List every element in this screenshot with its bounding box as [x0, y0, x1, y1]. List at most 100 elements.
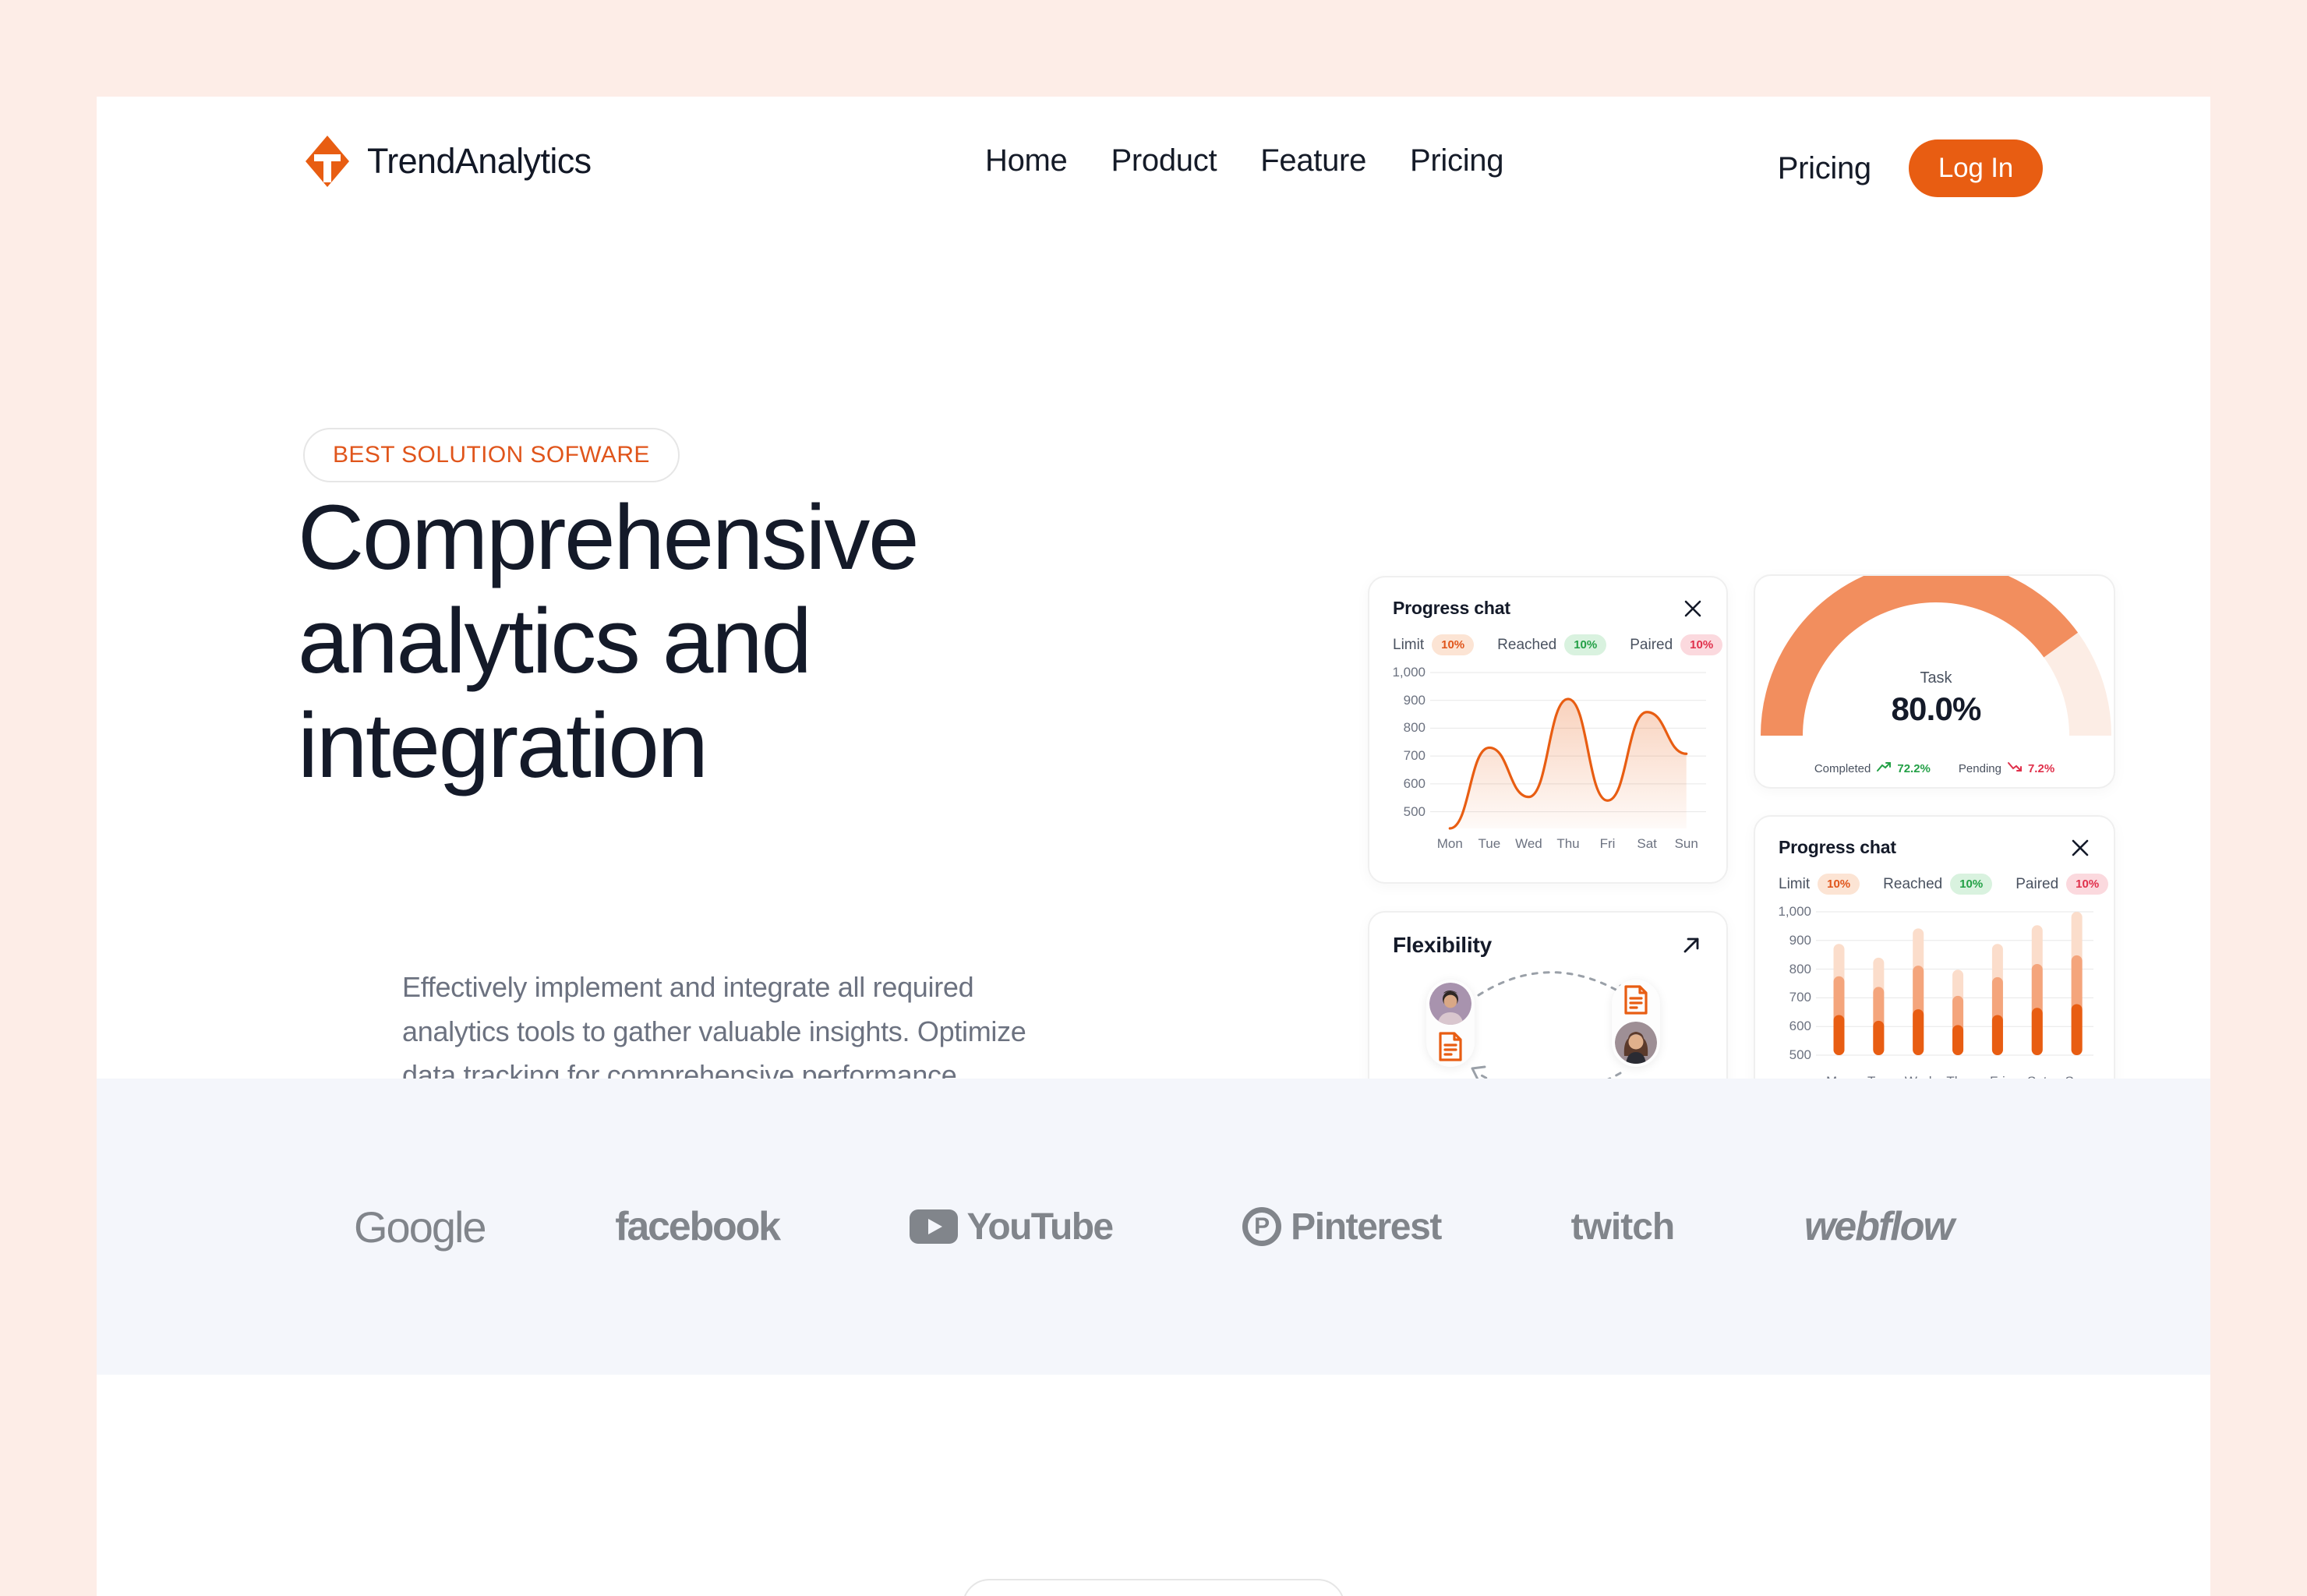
axis-tick-y: 700: [1789, 990, 1811, 1005]
axis-tick-y: 600: [1789, 1019, 1811, 1034]
avatar-male: [1429, 983, 1471, 1025]
hero-badge-label: BEST SOLUTION SOFWARE: [333, 442, 650, 468]
legend-item-limit: Limit 10%: [1393, 634, 1475, 655]
legend-label-paired: Paired: [2016, 875, 2059, 892]
legend-label-reached: Reached: [1497, 636, 1557, 653]
axis-tick-y: 500: [1403, 803, 1426, 819]
gauge-completed-stat: Completed 72.2%: [1814, 761, 1931, 776]
bar-card-header: Progress chat: [1755, 817, 2114, 858]
nav-item-pricing[interactable]: Pricing: [1410, 143, 1503, 178]
legend-item-paired: Paired 10%: [1630, 634, 1723, 655]
axis-tick-y: 900: [1789, 932, 1811, 948]
nav-item-home[interactable]: Home: [985, 143, 1068, 178]
logo-youtube: YouTube: [909, 1206, 1115, 1248]
legend-item-reached: Reached 10%: [1883, 874, 1993, 895]
progress-chat-line-card: Progress chat Limit 10% Reached 10% Pair…: [1368, 576, 1728, 884]
logo-google: Google: [354, 1202, 487, 1252]
gauge-pending-label: Pending: [1958, 762, 2001, 775]
flexibility-card-header: Flexibility: [1369, 913, 1726, 958]
legend-item-reached: Reached 10%: [1497, 634, 1607, 655]
logo-google-label: Google: [354, 1202, 487, 1252]
logo-youtube-label: YouTube: [966, 1206, 1115, 1248]
gauge-plot: Task 80.0%: [1755, 576, 2117, 743]
bar-card-title: Progress chat: [1779, 837, 1896, 857]
logo-twitch: twitch: [1570, 1206, 1676, 1248]
axis-tick-y: 1,000: [1392, 665, 1426, 680]
hero-section: BEST SOLUTION SOFWARE Comprehensive anal…: [97, 221, 2210, 1188]
task-gauge-card: Task 80.0% Completed 72.2% Pending 7.2%: [1754, 574, 2115, 789]
legend-item-paired: Paired 10%: [2016, 874, 2109, 895]
axis-tick-y: 800: [1403, 720, 1426, 736]
arrow-up-right-icon[interactable]: [1680, 934, 1703, 957]
legend-label-limit: Limit: [1393, 636, 1425, 653]
gauge-pending-value: 7.2%: [2027, 762, 2055, 775]
line-card-legend: Limit 10% Reached 10% Paired 10%: [1369, 619, 1726, 655]
gauge-label: Task: [1920, 669, 1952, 687]
line-chart-plot: 1,000 900 800 700 600 500 Mon Tue Wed Thu Fri Sat Su…: [1390, 665, 1706, 861]
legend-pill-paired: 10%: [2066, 874, 2109, 895]
login-button[interactable]: Log In: [1908, 139, 2043, 197]
flexibility-card-title: Flexibility: [1393, 933, 1492, 957]
page-canvas: TrendAnalytics Home Product Feature Pric…: [97, 97, 2210, 1596]
axis-tick-y: 700: [1403, 748, 1426, 764]
brand-logo[interactable]: TrendAnalytics: [303, 134, 592, 189]
close-icon[interactable]: [2070, 838, 2090, 858]
nav-item-product[interactable]: Product: [1111, 143, 1217, 178]
nav-item-feature[interactable]: Feature: [1260, 143, 1366, 178]
logo-webflow: webflow: [1804, 1203, 1955, 1250]
line-card-title: Progress chat: [1393, 598, 1510, 618]
logo-strip: Google facebook YouTube P Pinterest twit…: [97, 1079, 2210, 1375]
line-card-header: Progress chat: [1369, 577, 1726, 619]
page-root: TrendAnalytics Home Product Feature Pric…: [0, 0, 2307, 1596]
nav-item-pricing-right[interactable]: Pricing: [1778, 151, 1871, 186]
close-icon[interactable]: [1683, 598, 1703, 619]
logo-pinterest-label: Pinterest: [1291, 1206, 1442, 1248]
logo-facebook-label: facebook: [615, 1204, 781, 1249]
navbar: TrendAnalytics Home Product Feature Pric…: [97, 97, 2210, 221]
gauge-pending-stat: Pending 7.2%: [1959, 761, 2054, 776]
diamond-t-logo-icon: [303, 134, 352, 189]
document-icon: [1619, 983, 1653, 1017]
brand-name: TrendAnalytics: [367, 141, 592, 181]
flexibility-node-left[interactable]: [1426, 980, 1475, 1067]
logo-facebook: facebook: [615, 1203, 781, 1250]
youtube-play-icon: [909, 1209, 958, 1244]
features-badge: BEST SOLUTION SOFWARE: [962, 1579, 1345, 1596]
gauge-center-readout: Task 80.0%: [1755, 669, 2117, 728]
trend-up-icon: [1876, 761, 1892, 776]
logo-webflow-label: webflow: [1804, 1204, 1955, 1249]
logo-pinterest: P Pinterest: [1242, 1206, 1442, 1248]
nav-links: Home Product Feature Pricing: [985, 143, 1504, 178]
legend-label-limit: Limit: [1779, 875, 1811, 892]
legend-item-limit: Limit 10%: [1779, 874, 1860, 895]
gauge-value: 80.0%: [1891, 690, 1981, 727]
bar-card-legend: Limit 10% Reached 10% Paired 10%: [1755, 858, 2114, 895]
legend-pill-limit: 10%: [1432, 634, 1475, 655]
features-section: [97, 1375, 2210, 1596]
legend-label-paired: Paired: [1630, 636, 1673, 653]
legend-pill-reached: 10%: [1950, 874, 1993, 895]
axis-tick-x: Sun: [1674, 836, 1698, 851]
avatar-female: [1615, 1022, 1657, 1064]
gauge-completed-label: Completed: [1814, 762, 1871, 775]
bar-chart-plot: 1,000900800700600500MonTueWedThuFriSatSu…: [1775, 904, 2093, 1100]
legend-pill-limit: 10%: [1818, 874, 1860, 895]
features-badge-label: BEST SOLUTION SOFWARE: [995, 1593, 1312, 1596]
axis-tick-y: 500: [1789, 1047, 1811, 1062]
pinterest-p-icon: P: [1242, 1207, 1282, 1246]
page-title: Comprehensive analytics and integration: [298, 486, 920, 797]
progress-chat-bar-card: Progress chat Limit 10% Reached 10% Pair…: [1754, 815, 2115, 1123]
hero-badge: BEST SOLUTION SOFWARE: [303, 428, 680, 482]
flexibility-node-right[interactable]: [1612, 980, 1660, 1067]
gauge-footer-stats: Completed 72.2% Pending 7.2%: [1755, 761, 2114, 776]
legend-pill-paired: 10%: [1680, 634, 1723, 655]
legend-pill-reached: 10%: [1564, 634, 1607, 655]
nav-right-actions: Pricing Log In: [1778, 139, 2043, 197]
legend-label-reached: Reached: [1883, 875, 1943, 892]
gauge-completed-value: 72.2%: [1897, 762, 1931, 775]
axis-tick-y: 900: [1403, 692, 1426, 708]
document-icon: [1433, 1029, 1468, 1064]
logo-twitch-label: twitch: [1570, 1206, 1676, 1248]
trend-down-icon: [2007, 761, 2023, 776]
axis-tick-y: 800: [1789, 961, 1811, 976]
